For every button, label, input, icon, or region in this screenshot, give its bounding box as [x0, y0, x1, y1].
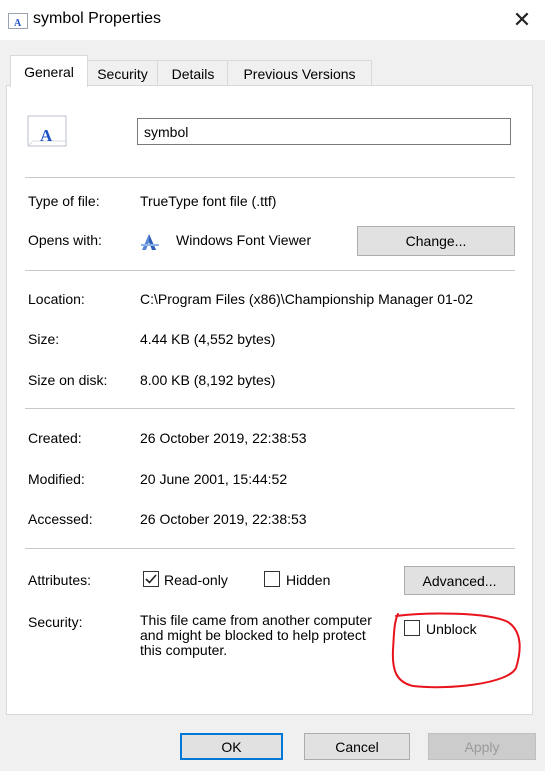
size-on-disk-label: Size on disk: [28, 372, 108, 388]
svg-text:A: A [40, 126, 53, 145]
location-label: Location: [28, 291, 85, 307]
tab-previous-versions[interactable]: Previous Versions [227, 60, 372, 86]
svg-text:A: A [14, 18, 22, 29]
modified-value: 20 June 2001, 15:44:52 [140, 471, 288, 487]
attributes-label: Attributes: [28, 572, 92, 588]
checkmark-icon [145, 574, 157, 584]
title-bar: A symbol Properties ✕ [0, 0, 545, 40]
filename-field[interactable] [137, 118, 511, 145]
size-label: Size: [28, 331, 60, 347]
advanced-button[interactable]: Advanced... [404, 566, 515, 595]
read-only-label: Read-only [164, 572, 228, 588]
tab-label: General [24, 63, 74, 80]
modified-label: Modified: [28, 471, 85, 487]
created-value: 26 October 2019, 22:38:53 [140, 430, 307, 446]
opens-with-label: Opens with: [28, 232, 102, 248]
hidden-checkbox[interactable] [264, 571, 280, 587]
security-warning-text: This file came from another computer and… [140, 612, 372, 658]
type-of-file-value: TrueType font file (.ttf) [140, 193, 277, 209]
font-viewer-icon [141, 234, 159, 250]
created-label: Created: [28, 430, 82, 446]
close-button[interactable]: ✕ [505, 4, 539, 36]
size-value: 4.44 KB (4,552 bytes) [140, 331, 276, 347]
separator [25, 548, 515, 549]
close-icon: ✕ [512, 7, 532, 32]
font-file-icon: A [8, 13, 28, 29]
size-on-disk-value: 8.00 KB (8,192 bytes) [140, 372, 276, 388]
apply-button-label: Apply [464, 738, 500, 755]
font-file-icon: A [27, 115, 67, 147]
cancel-button-label: Cancel [335, 738, 379, 755]
security-label: Security: [28, 614, 83, 630]
type-of-file-label: Type of file: [28, 193, 100, 209]
unblock-label: Unblock [426, 621, 477, 637]
tab-label: Security [97, 65, 148, 82]
cancel-button[interactable]: Cancel [304, 733, 410, 760]
tab-general[interactable]: General [10, 55, 88, 87]
hidden-label: Hidden [286, 572, 331, 588]
read-only-checkbox[interactable] [143, 571, 159, 587]
tab-label: Details [171, 65, 215, 82]
ok-button-label: OK [221, 738, 242, 755]
separator [25, 177, 515, 178]
opens-with-app: Windows Font Viewer [176, 232, 312, 248]
accessed-label: Accessed: [28, 511, 93, 527]
apply-button[interactable]: Apply [428, 733, 536, 760]
separator [25, 408, 515, 409]
tab-details[interactable]: Details [157, 60, 229, 86]
change-button-label: Change... [405, 233, 467, 249]
tab-security[interactable]: Security [86, 60, 159, 86]
advanced-button-label: Advanced... [422, 572, 497, 589]
unblock-checkbox[interactable] [404, 620, 420, 636]
location-value: C:\Program Files (x86)\Championship Mana… [140, 291, 474, 307]
ok-button[interactable]: OK [180, 733, 283, 760]
window-title: symbol Properties [33, 10, 162, 27]
location-value-clip: C:\Program Files (x86)\Championship Mana… [140, 291, 520, 307]
tab-label: Previous Versions [243, 65, 356, 82]
accessed-value: 26 October 2019, 22:38:53 [140, 511, 307, 527]
separator [25, 270, 515, 271]
change-button[interactable]: Change... [357, 226, 515, 256]
